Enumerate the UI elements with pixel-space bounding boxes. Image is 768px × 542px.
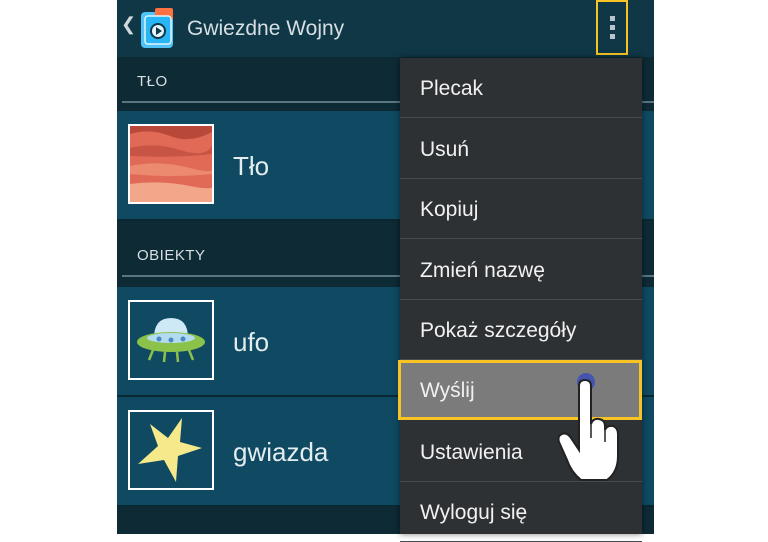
app-title: Gwiezdne Wojny (187, 17, 345, 40)
back-icon[interactable]: ❮ (121, 14, 136, 35)
tap-hand-icon (557, 373, 619, 481)
overflow-menu-icon[interactable] (596, 0, 628, 55)
action-bar: ❮ Gwiezdne Wojny (117, 0, 654, 57)
list-item-label: gwiazda (233, 437, 329, 467)
menu-item-label: Pokaż szczegóły (420, 319, 577, 342)
menu-item-label: Ustawienia (420, 441, 523, 464)
menu-item-label: Zmień nazwę (420, 259, 545, 282)
menu-item-logout[interactable]: Wyloguj się (400, 482, 642, 542)
menu-item-label: Wyloguj się (420, 501, 528, 524)
menu-item-copy[interactable]: Kopiuj (400, 179, 642, 239)
star-thumbnail (128, 410, 214, 490)
list-item-label: Tło (233, 151, 270, 181)
menu-item-rename[interactable]: Zmień nazwę (400, 240, 642, 300)
menu-item-backpack[interactable]: Plecak (400, 58, 642, 118)
section-label: OBIEKTY (137, 247, 206, 264)
ufo-thumbnail (128, 300, 214, 380)
menu-item-label: Wyślij (420, 379, 475, 402)
menu-item-label: Kopiuj (420, 198, 479, 221)
menu-item-show-details[interactable]: Pokaż szczegóły (400, 300, 642, 360)
menu-item-delete[interactable]: Usuń (400, 119, 642, 179)
section-label: TŁO (137, 73, 168, 90)
menu-item-label: Plecak (420, 77, 484, 100)
background-thumbnail (128, 124, 214, 204)
app-logo-icon[interactable] (137, 6, 179, 52)
menu-item-label: Usuń (420, 138, 470, 161)
list-item-label: ufo (233, 327, 270, 357)
